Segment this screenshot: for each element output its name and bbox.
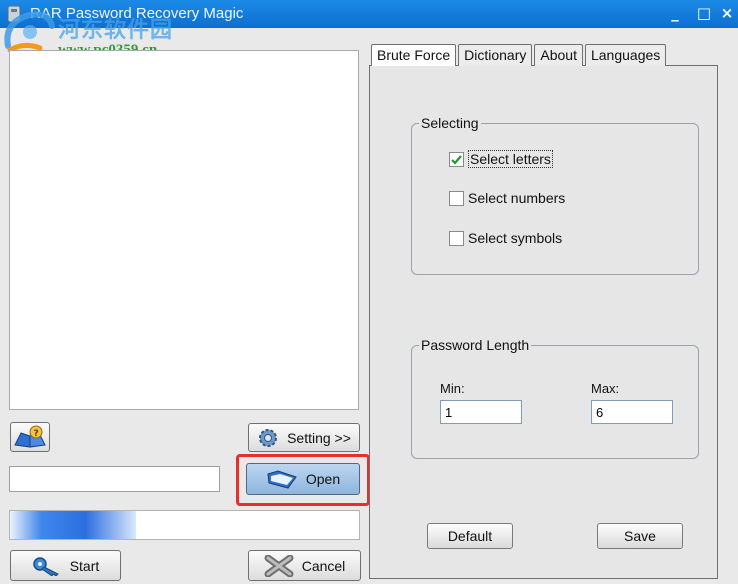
tab-dictionary[interactable]: Dictionary (458, 44, 533, 66)
open-button[interactable]: Open (246, 463, 360, 495)
minimize-button[interactable]: _ (664, 3, 686, 23)
max-length-input[interactable] (591, 400, 673, 424)
default-label: Default (447, 528, 493, 544)
help-book-icon: ? (14, 425, 46, 448)
password-length-group: Password Length Min: Max: (411, 337, 699, 459)
watermark-text: 河东软件园 (58, 18, 174, 43)
tab-brute-force[interactable]: Brute Force (371, 44, 457, 66)
save-button[interactable]: Save (597, 523, 683, 549)
checkmark-icon (451, 154, 462, 165)
help-button[interactable]: ? (10, 422, 50, 452)
tab-bar: Brute Force Dictionary About Languages (371, 44, 668, 66)
settings-panel: Selecting Select letters Select numbers … (369, 65, 718, 579)
archive-path-input[interactable] (9, 466, 220, 492)
gear-icon (257, 427, 279, 449)
cancel-label: Cancel (301, 557, 346, 574)
max-label: Max: (591, 381, 620, 396)
min-length-input[interactable] (440, 400, 522, 424)
progress-fill (10, 511, 136, 539)
select-letters-checkbox[interactable] (449, 151, 464, 167)
folder-open-icon (266, 468, 298, 490)
maximize-button[interactable]: □ (693, 3, 715, 23)
password-length-title: Password Length (419, 337, 532, 353)
selecting-title: Selecting (419, 115, 481, 131)
select-symbols-label: Select symbols (468, 230, 563, 246)
save-label: Save (624, 528, 656, 544)
open-label: Open (305, 471, 341, 487)
select-letters-label: Select letters (468, 150, 553, 168)
cancel-button[interactable]: Cancel (248, 550, 361, 581)
start-label: Start (69, 557, 100, 574)
select-symbols-option[interactable]: Select symbols (449, 230, 562, 246)
min-label: Min: (440, 381, 465, 396)
key-icon (32, 556, 62, 576)
selecting-group: Selecting Select letters Select numbers … (411, 115, 699, 275)
tab-about[interactable]: About (534, 44, 583, 66)
setting-button[interactable]: Setting >> (248, 423, 360, 452)
start-button[interactable]: Start (10, 550, 121, 581)
select-numbers-option[interactable]: Select numbers (449, 190, 565, 206)
tab-languages[interactable]: Languages (584, 44, 667, 66)
progress-bar (9, 510, 360, 540)
svg-text:?: ? (34, 429, 39, 439)
select-numbers-label: Select numbers (468, 190, 566, 206)
close-button[interactable]: × (716, 3, 738, 23)
cancel-x-icon (264, 554, 294, 577)
default-button[interactable]: Default (427, 523, 513, 549)
setting-label: Setting >> (287, 429, 351, 446)
select-letters-option[interactable]: Select letters (449, 150, 553, 168)
file-list[interactable] (9, 50, 359, 410)
select-numbers-checkbox[interactable] (449, 190, 464, 206)
select-symbols-checkbox[interactable] (449, 230, 464, 246)
